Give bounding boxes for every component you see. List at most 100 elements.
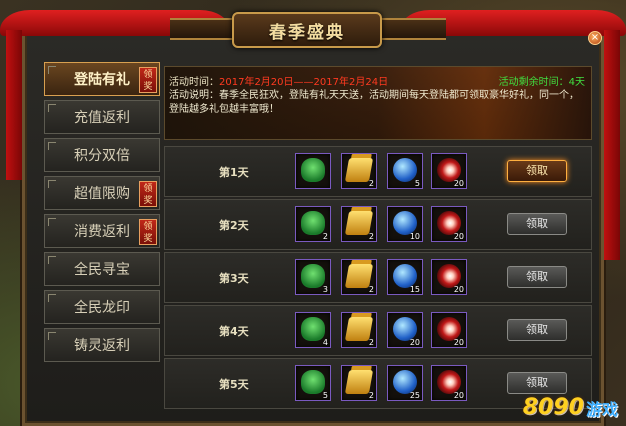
remaining-label: 活动剩余时间： bbox=[498, 77, 569, 88]
sidebar-item-2[interactable]: 积分双倍 bbox=[44, 138, 160, 172]
title-plate: 春季盛典 bbox=[232, 12, 382, 48]
item-quantity: 20 bbox=[453, 179, 464, 188]
item-slot[interactable]: 20 bbox=[431, 312, 467, 348]
event-description: 活动说明：春季全民狂欢，登陆有礼天天送，活动期间每天登陆都可领取豪华好礼，同一个… bbox=[169, 90, 579, 115]
window-title: 春季盛典 bbox=[269, 22, 345, 43]
sidebar-item-0[interactable]: 登陆有礼 领奖 bbox=[44, 62, 160, 96]
item-slot[interactable]: 2 bbox=[341, 153, 377, 189]
item-slot[interactable]: 4 bbox=[295, 312, 331, 348]
item-quantity: 20 bbox=[453, 391, 464, 400]
corner-ornament bbox=[48, 294, 56, 302]
watermark-number: 8090 bbox=[522, 395, 584, 420]
close-icon: × bbox=[590, 32, 600, 43]
item-slot[interactable]: 2 bbox=[341, 206, 377, 242]
item-quantity: 20 bbox=[453, 338, 464, 347]
reward-row: 第3天 3 2 15 20 领取 bbox=[164, 252, 592, 303]
claim-button[interactable]: 领取 bbox=[507, 372, 567, 394]
blue-orb-icon bbox=[393, 158, 417, 182]
claim-button[interactable]: 领取 bbox=[507, 213, 567, 235]
item-quantity: 2 bbox=[368, 391, 374, 400]
corner-ornament bbox=[48, 256, 56, 264]
close-button[interactable]: × bbox=[588, 31, 602, 45]
item-quantity: 2 bbox=[368, 179, 374, 188]
sidebar: 登陆有礼 领奖 充值返利 积分双倍 超值限购 领奖 消费返利 领奖 全民寻宝 全民龙印 铸灵返利 bbox=[44, 62, 160, 366]
item-quantity: 2 bbox=[322, 232, 328, 241]
item-slot[interactable]: 2 bbox=[341, 365, 377, 401]
item-quantity: 20 bbox=[453, 232, 464, 241]
day-label: 第4天 bbox=[219, 325, 249, 338]
item-slot[interactable]: 2 bbox=[341, 259, 377, 295]
left-ribbon-tail bbox=[6, 30, 22, 180]
corner-ornament bbox=[48, 332, 56, 340]
day-label: 第3天 bbox=[219, 272, 249, 285]
sidebar-item-3[interactable]: 超值限购 领奖 bbox=[44, 176, 160, 210]
item-slot[interactable]: 20 bbox=[431, 206, 467, 242]
sidebar-item-label: 全民龙印 bbox=[74, 300, 130, 316]
claim-button[interactable]: 领取 bbox=[507, 266, 567, 288]
sidebar-item-1[interactable]: 充值返利 bbox=[44, 100, 160, 134]
item-quantity: 20 bbox=[409, 338, 420, 347]
jade-dragon-icon bbox=[301, 370, 325, 394]
item-quantity: 5 bbox=[322, 391, 328, 400]
sidebar-item-4[interactable]: 消费返利 领奖 bbox=[44, 214, 160, 248]
right-ribbon-tail bbox=[604, 30, 620, 260]
item-slot[interactable]: 3 bbox=[295, 259, 331, 295]
sidebar-item-label: 铸灵返利 bbox=[74, 338, 130, 354]
jade-dragon-icon bbox=[301, 264, 325, 288]
reward-row: 第1天 2 5 20 领取 bbox=[164, 146, 592, 197]
watermark-brand: 游戏 bbox=[585, 399, 618, 419]
corner-ornament bbox=[48, 180, 56, 188]
item-quantity: 2 bbox=[368, 285, 374, 294]
claim-badge: 领奖 bbox=[139, 67, 157, 93]
event-banner: 活动时间：2017年2月20日——2017年2月24日 活动剩余时间：4天 活动… bbox=[164, 66, 592, 140]
sidebar-item-label: 超值限购 bbox=[74, 186, 130, 202]
item-slot[interactable]: 2 bbox=[295, 206, 331, 242]
title-wing-left bbox=[170, 18, 240, 40]
item-slot[interactable]: 25 bbox=[387, 365, 423, 401]
title-wing-right bbox=[376, 18, 446, 40]
item-slot[interactable]: 20 bbox=[431, 259, 467, 295]
item-slot[interactable]: 5 bbox=[295, 365, 331, 401]
claim-button[interactable]: 领取 bbox=[507, 160, 567, 182]
sidebar-item-5[interactable]: 全民寻宝 bbox=[44, 252, 160, 286]
event-time-label: 活动时间： bbox=[169, 77, 219, 88]
sidebar-item-label: 积分双倍 bbox=[74, 148, 130, 164]
claim-badge: 领奖 bbox=[139, 181, 157, 207]
sidebar-item-label: 全民寻宝 bbox=[74, 262, 130, 278]
day-label: 第2天 bbox=[219, 219, 249, 232]
item-slot[interactable]: 5 bbox=[387, 153, 423, 189]
sidebar-item-label: 消费返利 bbox=[74, 224, 130, 240]
item-quantity: 10 bbox=[409, 232, 420, 241]
reward-row: 第2天 2 2 10 20 领取 bbox=[164, 199, 592, 250]
sidebar-item-label: 登陆有礼 bbox=[74, 72, 130, 88]
corner-ornament bbox=[48, 142, 56, 150]
corner-ornament bbox=[48, 218, 56, 226]
item-quantity: 2 bbox=[368, 232, 374, 241]
item-slot[interactable]: 10 bbox=[387, 206, 423, 242]
item-slot[interactable]: 2 bbox=[341, 312, 377, 348]
sidebar-item-label: 充值返利 bbox=[74, 110, 130, 126]
jade-dragon-icon bbox=[301, 211, 325, 235]
item-quantity: 4 bbox=[322, 338, 328, 347]
jade-dragon-icon bbox=[301, 158, 325, 182]
item-slot[interactable]: 15 bbox=[387, 259, 423, 295]
item-slot[interactable]: 20 bbox=[387, 312, 423, 348]
day-label: 第5天 bbox=[219, 378, 249, 391]
reward-row: 第4天 4 2 20 20 领取 bbox=[164, 305, 592, 356]
item-slot[interactable]: 20 bbox=[431, 365, 467, 401]
item-quantity: 2 bbox=[368, 338, 374, 347]
corner-ornament bbox=[48, 104, 56, 112]
item-quantity: 25 bbox=[409, 391, 420, 400]
item-slot[interactable] bbox=[295, 153, 331, 189]
event-time-value: 2017年2月20日——2017年2月24日 bbox=[219, 77, 389, 88]
sidebar-item-6[interactable]: 全民龙印 bbox=[44, 290, 160, 324]
item-slot[interactable]: 20 bbox=[431, 153, 467, 189]
sidebar-item-7[interactable]: 铸灵返利 bbox=[44, 328, 160, 362]
day-label: 第1天 bbox=[219, 166, 249, 179]
corner-ornament bbox=[48, 66, 56, 74]
claim-button[interactable]: 领取 bbox=[507, 319, 567, 341]
event-time: 活动时间：2017年2月20日——2017年2月24日 bbox=[169, 73, 388, 88]
item-quantity: 5 bbox=[414, 179, 420, 188]
item-quantity: 20 bbox=[453, 285, 464, 294]
remaining-value: 4天 bbox=[568, 77, 585, 88]
